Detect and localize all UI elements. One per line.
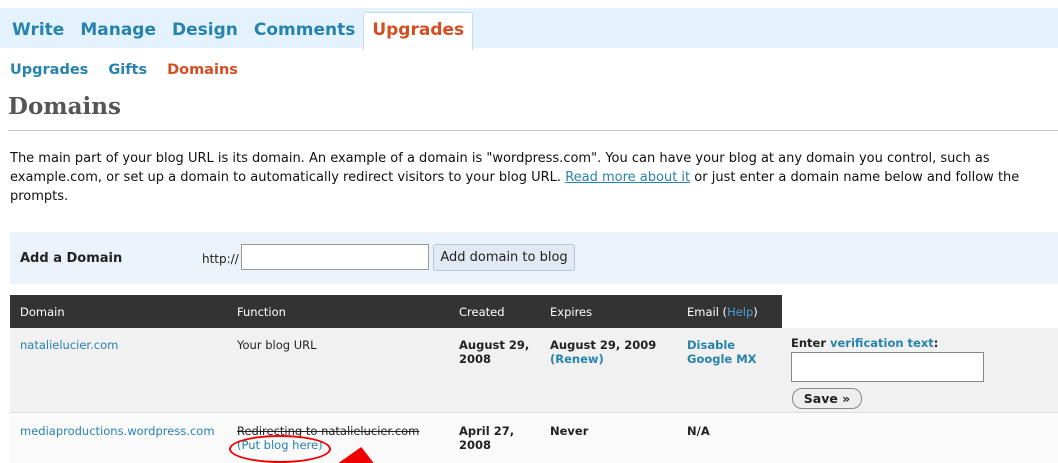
intro-text: The main part of your blog URL is its do… xyxy=(10,149,1058,206)
column-header-function: Function xyxy=(237,305,286,319)
domain-input[interactable] xyxy=(241,244,429,270)
top-nav: Write Manage Design Comments Upgrades xyxy=(4,12,474,50)
tab-write[interactable]: Write xyxy=(4,12,72,50)
title-divider xyxy=(8,130,1058,131)
subnav-upgrades[interactable]: Upgrades xyxy=(10,62,88,78)
add-domain-label: Add a Domain xyxy=(20,251,123,266)
email-header-close: ) xyxy=(753,305,758,319)
table-row: mediaproductions.wordpress.com Redirecti… xyxy=(10,414,1058,463)
domain-link[interactable]: mediaproductions.wordpress.com xyxy=(20,424,215,438)
column-header-created: Created xyxy=(459,305,505,319)
disable-google-mx-link[interactable]: Disable Google MX xyxy=(687,338,767,366)
sub-nav: Upgrades Gifts Domains xyxy=(10,62,238,78)
created-date: April 27, 2008 xyxy=(459,424,515,452)
renew-link[interactable]: (Renew) xyxy=(550,352,604,366)
red-arrow-icon xyxy=(332,447,384,463)
function-text: Your blog URL xyxy=(237,338,317,352)
tab-manage[interactable]: Manage xyxy=(72,12,164,50)
tab-comments[interactable]: Comments xyxy=(246,12,363,50)
domain-link[interactable]: natalielucier.com xyxy=(20,338,118,352)
verification-input[interactable] xyxy=(791,352,984,382)
verification-label: Enter verification text: xyxy=(791,336,938,350)
tab-design[interactable]: Design xyxy=(164,12,246,50)
table-header: Domain Function Created Expires Email (H… xyxy=(10,295,782,328)
column-header-expires: Expires xyxy=(550,305,593,319)
email-value: N/A xyxy=(687,424,710,438)
subnav-domains[interactable]: Domains xyxy=(167,62,238,78)
expires-date: August 29, 2009 (Renew) xyxy=(550,338,675,366)
subnav-gifts[interactable]: Gifts xyxy=(108,62,147,78)
page-title: Domains xyxy=(8,93,121,120)
email-header-label: Email ( xyxy=(687,305,728,319)
put-blog-here-link[interactable]: (Put blog here) xyxy=(237,438,323,452)
verification-label-prefix: Enter xyxy=(791,336,831,350)
expires-date: Never xyxy=(550,424,589,438)
add-domain-panel: Add a Domain http:// Add domain to blog xyxy=(10,232,1058,284)
created-date: August 29, 2008 xyxy=(459,338,530,366)
verification-text-link[interactable]: verification text xyxy=(830,336,934,350)
http-prefix-label: http:// xyxy=(202,252,239,266)
function-text: Redirecting to natalielucier.com xyxy=(237,424,420,438)
column-header-domain: Domain xyxy=(20,305,65,319)
save-button[interactable]: Save » xyxy=(792,388,862,409)
table-row: natalielucier.com Your blog URL August 2… xyxy=(10,328,1058,413)
add-domain-button[interactable]: Add domain to blog xyxy=(433,244,575,271)
column-header-email: Email (Help) xyxy=(687,305,758,319)
expires-date-text: August 29, 2009 xyxy=(550,338,657,352)
tab-upgrades[interactable]: Upgrades xyxy=(363,12,474,50)
email-help-link[interactable]: Help xyxy=(727,305,753,319)
verification-label-suffix: : xyxy=(933,336,939,350)
read-more-link[interactable]: Read more about it xyxy=(565,170,690,185)
